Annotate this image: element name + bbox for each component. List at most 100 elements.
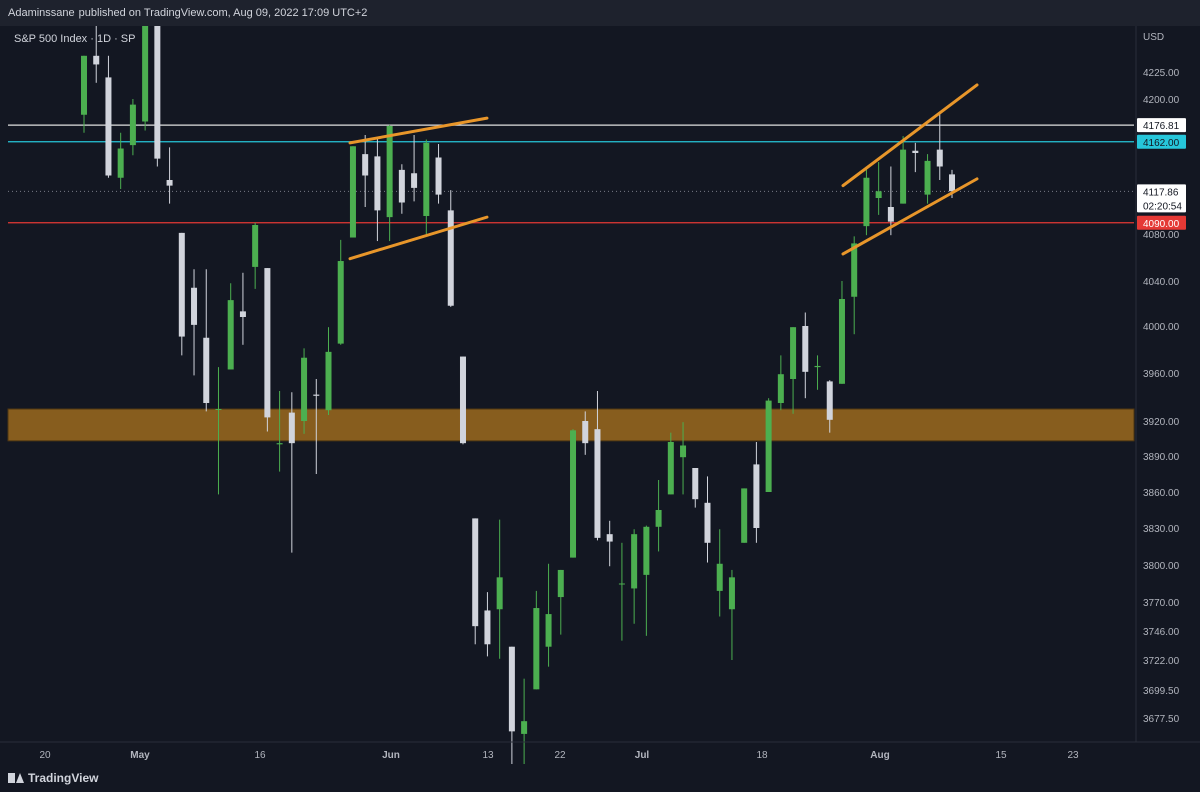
candle-body (838, 299, 845, 384)
price-chart[interactable]: USD 4225.00 4200.00 4080.00 4040.00 4000.00 39… (0, 26, 1200, 764)
candle-body (753, 464, 760, 528)
candle-body (704, 502, 711, 543)
candle-body (802, 326, 809, 372)
candle-body (741, 488, 748, 543)
time-tick-label: Jun (382, 750, 400, 761)
candle-body (374, 156, 381, 211)
candle-body (239, 311, 246, 317)
price-tick-label: 4040.00 (1143, 277, 1180, 288)
candle-body (814, 365, 821, 368)
candle-body (545, 614, 552, 647)
price-tick-label: 3699.50 (1143, 686, 1180, 697)
time-tick-label: Aug (870, 750, 889, 761)
candle-body (851, 243, 858, 297)
price-tick-label: 3890.00 (1143, 452, 1180, 463)
price-label-resistance: 4162.00 (1143, 138, 1180, 149)
price-label-current: 4117.86 (1143, 187, 1179, 198)
candle-body (875, 191, 882, 198)
candle-body (912, 150, 919, 153)
tradingview-brand: TradingView (28, 771, 99, 785)
price-tick-label: 4080.00 (1143, 230, 1180, 241)
candle-body (203, 337, 210, 403)
price-tick-label: 3722.00 (1143, 656, 1180, 667)
candle-body (459, 356, 466, 444)
time-tick-label: May (130, 750, 150, 761)
candle-body (313, 394, 320, 396)
candle-body (349, 146, 356, 238)
candle-body (154, 26, 161, 159)
candle-body (924, 160, 931, 195)
candle-body (337, 261, 344, 344)
candle-body (435, 157, 442, 195)
price-tick-label: 3770.00 (1143, 598, 1180, 609)
candle-body (643, 526, 650, 575)
candlestick-chart-svg[interactable]: USD 4225.00 4200.00 4080.00 4040.00 4000.00 39… (0, 26, 1200, 764)
candle-body (557, 569, 564, 598)
tradingview-logo-icon (8, 773, 24, 783)
candle-body (227, 300, 234, 370)
candle-body (325, 351, 332, 411)
time-tick-label: 22 (554, 750, 566, 761)
candle-body (533, 608, 540, 690)
price-tick-label: 3830.00 (1143, 524, 1180, 535)
time-tick-label: 20 (39, 750, 51, 761)
time-tick-label: Jul (635, 750, 650, 761)
trendline-aug-upper (841, 83, 979, 188)
candle-body (594, 429, 601, 538)
price-tick-label: 4200.00 (1143, 95, 1180, 106)
candle-body (618, 583, 625, 585)
time-tick-label: 13 (482, 750, 494, 761)
candle-body (423, 142, 430, 216)
time-tick-label: 15 (995, 750, 1007, 761)
candle-body (936, 149, 943, 167)
price-axis-currency: USD (1143, 32, 1164, 43)
candle-body (790, 327, 797, 379)
candle-body (142, 26, 149, 122)
candle-body (178, 232, 185, 337)
candle-body (252, 225, 259, 267)
candle-body (496, 577, 503, 610)
price-tick-label: 3960.00 (1143, 369, 1180, 380)
candle-body (264, 268, 271, 418)
candle-body (472, 518, 479, 627)
trendline-aug-lower (841, 177, 979, 256)
candle-body (386, 126, 393, 218)
candle-body (215, 409, 222, 410)
price-label-high: 4176.81 (1143, 121, 1180, 132)
candle-body (398, 169, 405, 203)
candle-body (667, 442, 674, 495)
candle-body (606, 534, 613, 542)
time-tick-label: 23 (1067, 750, 1079, 761)
publish-header: Adaminssane published on TradingView.com… (0, 0, 1200, 26)
candle-body (105, 77, 112, 176)
symbol-legend[interactable]: S&P 500 Index · 1D · SP (14, 33, 135, 45)
candle-body (680, 445, 687, 458)
footer-bar: TradingView (0, 764, 1200, 792)
candle-body (81, 55, 87, 115)
candle-body (655, 510, 662, 527)
candle-body (521, 721, 528, 734)
candle-body (117, 148, 124, 178)
candle-body (508, 646, 515, 732)
trendline-jun-upper (348, 116, 489, 145)
candle-body (631, 534, 638, 589)
candle-body (191, 287, 198, 325)
candle-body (777, 374, 784, 403)
author-name[interactable]: Adaminssane (8, 7, 75, 19)
tradingview-logo[interactable]: TradingView (8, 771, 98, 785)
price-tick-label: 3746.00 (1143, 627, 1180, 638)
candle-body (728, 577, 735, 610)
trendline-jun-lower (348, 215, 489, 261)
candle-body (447, 210, 454, 306)
price-tick-label: 3920.00 (1143, 417, 1180, 428)
candle-body (863, 177, 870, 227)
candle-body (129, 104, 136, 146)
candle-body (570, 430, 577, 558)
candle-body (949, 174, 955, 192)
candle-body (826, 381, 833, 420)
price-label-support: 4090.00 (1143, 219, 1180, 230)
candle-body (887, 207, 894, 222)
candle-body (582, 421, 589, 444)
candle-body (276, 443, 283, 445)
candle-body (411, 173, 418, 188)
